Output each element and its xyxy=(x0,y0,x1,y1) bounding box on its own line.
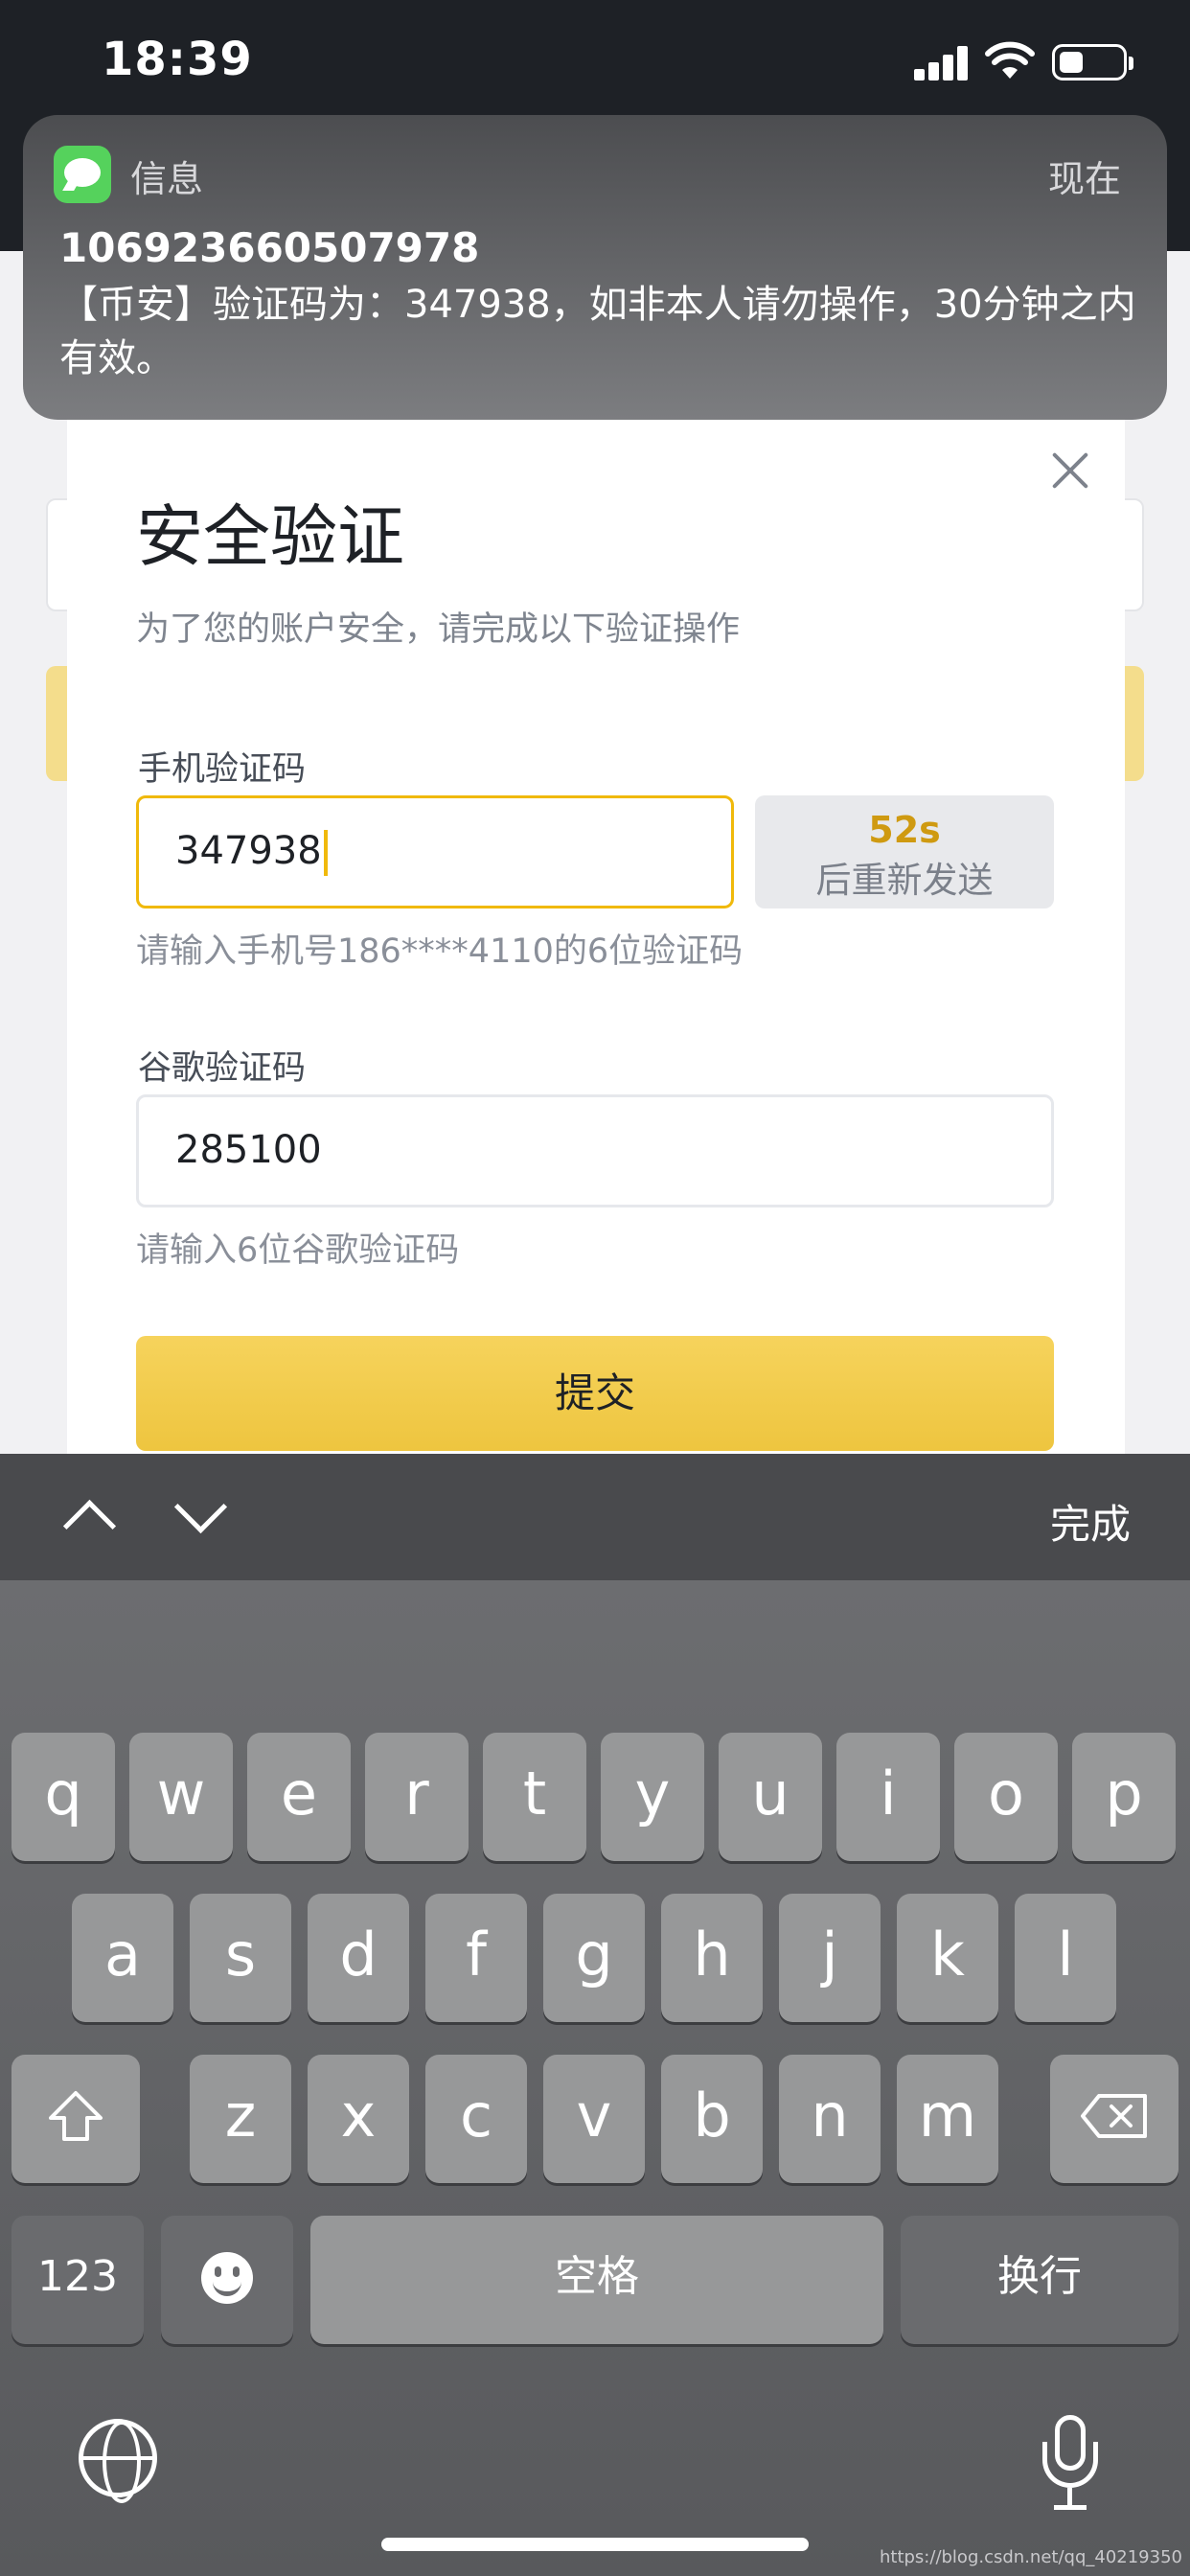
security-verification-modal: 安全验证 为了您的账户安全，请完成以下验证操作 手机验证码 347938 52s… xyxy=(67,420,1125,1455)
key-l[interactable]: l xyxy=(1015,1894,1116,2022)
key-h[interactable]: h xyxy=(661,1894,763,2022)
key-b[interactable]: b xyxy=(661,2055,763,2183)
notification-body: 【币安】验证码为：347938，如非本人请勿操作，30分钟之内有效。 xyxy=(59,283,1136,380)
key-y[interactable]: y xyxy=(601,1733,704,1861)
shift-key[interactable] xyxy=(11,2055,140,2183)
key-i[interactable]: i xyxy=(836,1733,940,1861)
phone-code-value: 347938 xyxy=(175,829,328,876)
key-e[interactable]: e xyxy=(247,1733,351,1861)
next-field-chevron-down-icon[interactable] xyxy=(169,1486,230,1548)
key-v[interactable]: v xyxy=(543,2055,645,2183)
space-key[interactable]: 空格 xyxy=(310,2216,883,2344)
modal-title: 安全验证 xyxy=(136,497,404,576)
close-icon[interactable] xyxy=(1044,445,1096,496)
key-j[interactable]: j xyxy=(779,1894,881,2022)
messages-app-icon xyxy=(54,146,111,203)
key-n[interactable]: n xyxy=(779,2055,881,2183)
home-indicator[interactable] xyxy=(381,2538,809,2551)
notification-sender: 106923660507978 xyxy=(59,224,480,271)
return-key[interactable]: 换行 xyxy=(901,2216,1179,2344)
google-code-label: 谷歌验证码 xyxy=(138,1049,307,1088)
notification-time: 现在 xyxy=(1047,158,1121,200)
key-k[interactable]: k xyxy=(897,1894,998,2022)
google-code-value: 285100 xyxy=(175,1128,322,1172)
key-z[interactable]: z xyxy=(190,2055,291,2183)
wifi-icon xyxy=(985,41,1035,79)
phone-code-input[interactable]: 347938 xyxy=(136,795,734,908)
previous-field-chevron-up-icon[interactable] xyxy=(57,1486,119,1548)
cellular-signal-icon xyxy=(914,44,970,80)
key-x[interactable]: x xyxy=(308,2055,409,2183)
key-q[interactable]: q xyxy=(11,1733,115,1861)
key-c[interactable]: c xyxy=(425,2055,527,2183)
submit-button[interactable]: 提交 xyxy=(136,1336,1054,1451)
watermark: https://blog.csdn.net/qq_40219350 xyxy=(879,2547,1182,2567)
google-code-input[interactable]: 285100 xyxy=(136,1094,1054,1208)
modal-subtitle: 为了您的账户安全，请完成以下验证操作 xyxy=(136,610,741,649)
sms-notification-banner[interactable]: 信息 现在 106923660507978 【币安】验证码为：347938，如非… xyxy=(23,115,1167,420)
key-g[interactable]: g xyxy=(543,1894,645,2022)
key-a[interactable]: a xyxy=(72,1894,173,2022)
microphone-icon[interactable] xyxy=(1042,2415,1098,2511)
resend-countdown: 52s xyxy=(868,809,941,851)
phone-code-hint: 请输入手机号186****4110的6位验证码 xyxy=(136,932,744,971)
key-o[interactable]: o xyxy=(954,1733,1058,1861)
key-p[interactable]: p xyxy=(1072,1733,1176,1861)
key-f[interactable]: f xyxy=(425,1894,527,2022)
key-r[interactable]: r xyxy=(365,1733,469,1861)
keyboard-done-button[interactable]: 完成 xyxy=(1050,1492,1131,1551)
key-w[interactable]: w xyxy=(129,1733,233,1861)
emoji-key[interactable] xyxy=(161,2216,293,2344)
key-u[interactable]: u xyxy=(719,1733,822,1861)
keyboard-toolbar: 完成 xyxy=(0,1454,1190,1580)
globe-icon[interactable] xyxy=(79,2419,157,2503)
resend-label: 后重新发送 xyxy=(815,860,994,901)
phone-code-label: 手机验证码 xyxy=(138,750,307,789)
resend-code-button[interactable]: 52s 后重新发送 xyxy=(755,795,1054,908)
emoji-icon xyxy=(201,2251,253,2304)
key-m[interactable]: m xyxy=(897,2055,998,2183)
notification-app-name: 信息 xyxy=(130,158,204,200)
key-d[interactable]: d xyxy=(308,1894,409,2022)
status-bar: 18:39 xyxy=(0,0,1190,125)
text-cursor xyxy=(323,830,328,876)
numbers-key[interactable]: 123 xyxy=(11,2216,144,2344)
key-s[interactable]: s xyxy=(190,1894,291,2022)
key-t[interactable]: t xyxy=(483,1733,586,1861)
shift-arrow-icon xyxy=(49,2090,103,2141)
status-time: 18:39 xyxy=(102,33,253,86)
backspace-key[interactable] xyxy=(1050,2055,1179,2183)
google-code-hint: 请输入6位谷歌验证码 xyxy=(136,1231,460,1270)
backspace-icon xyxy=(1081,2093,1147,2138)
battery-icon xyxy=(1052,44,1133,80)
